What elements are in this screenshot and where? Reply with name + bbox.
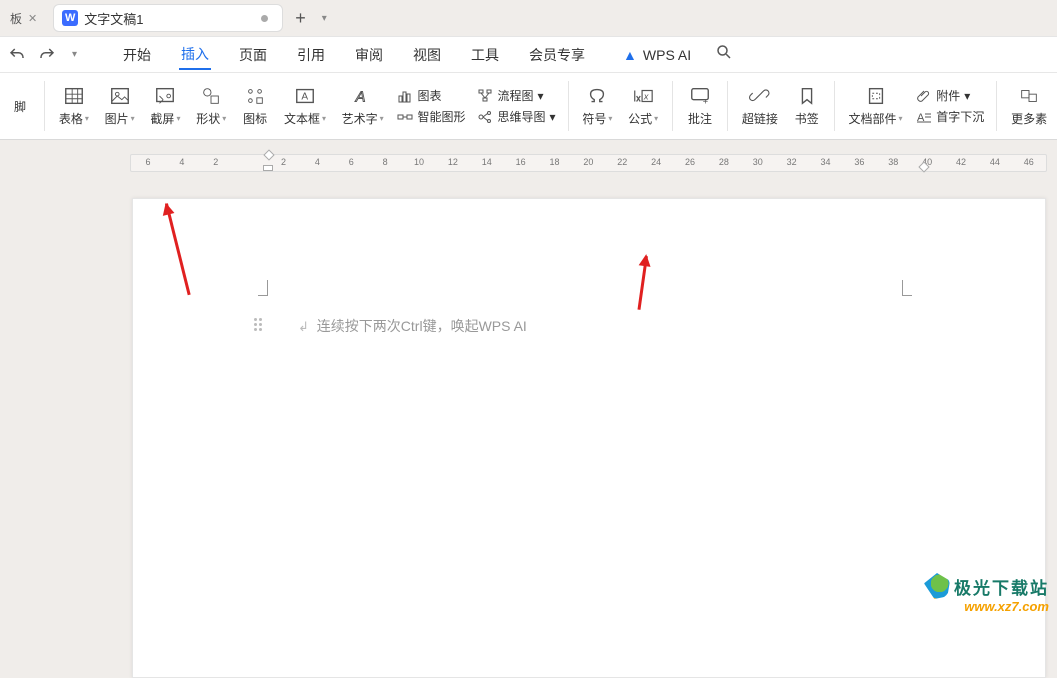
- picture-button[interactable]: 图片▾: [97, 73, 143, 139]
- ai-placeholder: ↲ 连续按下两次Ctrl键，唤起WPS AI: [298, 316, 527, 336]
- attachment-dropcap-group: 附件▾ A 首字下沉: [910, 73, 990, 139]
- svg-text:A: A: [301, 92, 308, 103]
- more-button[interactable]: 更多素: [1003, 73, 1055, 139]
- menu-insert[interactable]: 插入: [179, 40, 211, 70]
- shape-button[interactable]: 形状▾: [188, 73, 234, 139]
- watermark: 极光下载站 www.xz7.com: [924, 573, 1049, 614]
- smart-graphic-button[interactable]: 智能图形: [397, 108, 465, 125]
- menu-reference[interactable]: 引用: [295, 41, 327, 69]
- dropcap-button[interactable]: A 首字下沉: [916, 108, 984, 125]
- hyperlink-button[interactable]: 超链接: [734, 73, 786, 139]
- link-icon: [749, 85, 771, 107]
- equation-icon: x: [632, 85, 654, 107]
- svg-text:+: +: [703, 96, 708, 106]
- horizontal-ruler[interactable]: 6 4 2 2 4 6 8 10 12 14 16 18 20 22 24 26…: [130, 154, 1047, 172]
- scissors-icon: [154, 85, 176, 107]
- menu-page[interactable]: 页面: [237, 41, 269, 69]
- document-title: 文字文稿1: [84, 9, 255, 28]
- menu-review[interactable]: 审阅: [353, 41, 385, 69]
- svg-text:A: A: [354, 90, 365, 106]
- doc-parts-button[interactable]: 文档部件▾: [841, 73, 911, 139]
- document-tab[interactable]: W 文字文稿1: [53, 4, 283, 32]
- flowchart-button[interactable]: 流程图▾: [477, 87, 555, 104]
- doc-parts-icon: [865, 85, 887, 107]
- bookmark-button[interactable]: 书签: [786, 73, 828, 139]
- document-area: 6 4 2 2 4 6 8 10 12 14 16 18 20 22 24 26…: [0, 140, 1057, 620]
- comment-icon: +: [689, 85, 711, 107]
- screenshot-button[interactable]: 截屏▾: [143, 73, 189, 139]
- mindmap-icon: [477, 109, 493, 125]
- margin-corner-left: [258, 280, 268, 296]
- flowchart-icon: [477, 88, 493, 104]
- tab-bar: 板 ✕ W 文字文稿1 + ▾: [0, 0, 1057, 36]
- undo-redo-group: ▾: [8, 46, 93, 64]
- menu-bar: ▾ 开始 插入 页面 引用 审阅 视图 工具 会员专享 ▲ WPS AI: [0, 36, 1057, 72]
- document-page[interactable]: [132, 198, 1046, 678]
- ribbon-insert: 脚 表格▾ 图片▾ 截屏▾ 形状▾ 图标 A 文本框▾ A 艺术字▾ 图表 智: [0, 72, 1057, 140]
- new-tab-button[interactable]: +: [287, 8, 314, 29]
- symbol-button[interactable]: 符号▾: [575, 73, 621, 139]
- textbox-button[interactable]: A 文本框▾: [276, 73, 334, 139]
- wps-ai-label: WPS AI: [643, 47, 691, 63]
- chart-smart-group: 图表 智能图形: [391, 73, 471, 139]
- table-icon: [63, 85, 85, 107]
- equation-button[interactable]: x 公式▾: [620, 73, 666, 139]
- menu-items: 开始 插入 页面 引用 审阅 视图 工具 会员专享: [101, 40, 587, 70]
- menu-start[interactable]: 开始: [121, 41, 153, 69]
- undo-icon[interactable]: [8, 46, 26, 64]
- wps-ai-button[interactable]: ▲ WPS AI: [623, 47, 691, 63]
- attachment-button[interactable]: 附件▾: [916, 87, 984, 104]
- menu-view[interactable]: 视图: [411, 41, 443, 69]
- watermark-url: www.xz7.com: [924, 599, 1049, 614]
- shapes-icon: [200, 85, 222, 107]
- smartart-icon: [397, 109, 413, 125]
- chart-button[interactable]: 图表: [397, 87, 465, 104]
- undo-dropdown[interactable]: ▾: [68, 49, 81, 60]
- wordart-button[interactable]: A 艺术字▾: [334, 73, 392, 139]
- paragraph-mark-icon: ↲: [298, 319, 309, 334]
- textbox-icon: A: [294, 85, 316, 107]
- bookmark-icon: [796, 85, 818, 107]
- more-icon: [1018, 85, 1040, 107]
- flowchart-mindmap-group: 流程图▾ 思维导图▾: [471, 73, 561, 139]
- menu-member[interactable]: 会员专享: [527, 41, 587, 69]
- prev-tab-label: 板: [10, 10, 22, 27]
- prev-tab-stub: 板 ✕: [4, 4, 49, 32]
- table-button[interactable]: 表格▾: [51, 73, 97, 139]
- menu-tools[interactable]: 工具: [469, 41, 501, 69]
- picture-icon: [109, 85, 131, 107]
- grid-icon: [244, 85, 266, 107]
- margin-corner-right: [902, 280, 912, 296]
- paragraph-drag-handle[interactable]: [254, 318, 262, 331]
- watermark-title: 极光下载站: [954, 574, 1049, 599]
- word-doc-icon: W: [62, 10, 78, 26]
- paperclip-icon: [916, 88, 932, 104]
- watermark-logo-icon: [924, 573, 950, 599]
- icons-button[interactable]: 图标: [234, 73, 276, 139]
- svg-text:x: x: [643, 92, 649, 102]
- indent-marker-bottom[interactable]: [263, 165, 273, 171]
- tab-list-dropdown[interactable]: ▾: [318, 13, 331, 24]
- unsaved-dot-icon: [261, 15, 268, 22]
- omega-icon: [586, 85, 608, 107]
- redo-icon[interactable]: [38, 46, 56, 64]
- search-icon[interactable]: [715, 43, 733, 66]
- ai-spark-icon: ▲: [623, 47, 637, 63]
- chart-icon: [397, 88, 413, 104]
- prev-tab-close[interactable]: ✕: [22, 10, 43, 27]
- mindmap-button[interactable]: 思维导图▾: [477, 108, 555, 125]
- header-footer-stub[interactable]: 脚: [2, 73, 38, 139]
- comment-button[interactable]: + 批注: [679, 73, 721, 139]
- wordart-icon: A: [352, 85, 374, 107]
- dropcap-icon: A: [916, 109, 932, 125]
